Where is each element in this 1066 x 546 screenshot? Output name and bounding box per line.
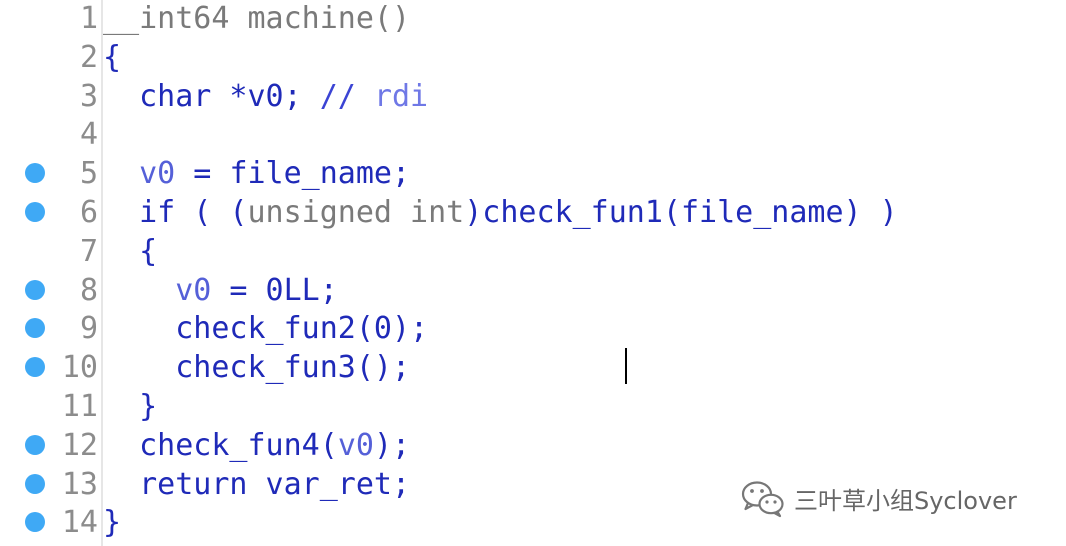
line-number: 11 — [61, 389, 98, 424]
code-token: if ( ( — [139, 195, 248, 230]
code-text: char *v0; // rdi — [103, 78, 428, 116]
watermark-text: 三叶草小组Syclover — [794, 486, 1017, 515]
code-token: { — [103, 39, 122, 75]
code-text: if ( (unsigned int)check_fun1(file_name)… — [103, 194, 898, 232]
code-line[interactable]: 8 v0 = 0LL; — [0, 272, 1066, 311]
code-line[interactable]: 6 if ( (unsigned int)check_fun1(file_nam… — [0, 194, 1066, 233]
wechat-icon — [741, 481, 784, 518]
code-line[interactable]: 12 check_fun4(v0); — [0, 427, 1066, 466]
breakpoint-dot-icon[interactable] — [25, 434, 45, 455]
breakpoint-dot-icon[interactable] — [25, 279, 45, 300]
code-line[interactable]: 1 __int64 machine() — [0, 0, 1066, 39]
line-number: 5 — [79, 156, 98, 192]
code-text: { — [103, 39, 121, 77]
code-token: ); — [373, 427, 411, 463]
line-number: 3 — [79, 78, 98, 114]
code-line[interactable]: 5 v0 = file_name; — [0, 155, 1066, 194]
code-line[interactable]: 10 check_fun3(); — [0, 349, 1066, 388]
line-number: 10 — [61, 350, 98, 386]
code-line[interactable]: 11 } — [0, 388, 1066, 427]
line-number: 8 — [79, 272, 98, 308]
text-cursor — [625, 348, 627, 384]
code-line[interactable]: 9 check_fun2(0); — [0, 310, 1066, 349]
code-token: char *v0; — [139, 78, 320, 114]
code-text: check_fun3(); — [103, 349, 410, 387]
code-token: = — [175, 156, 230, 192]
code-token: file_name; — [229, 156, 411, 192]
line-number: 13 — [61, 466, 98, 502]
code-token: // — [319, 78, 374, 114]
code-token: } — [103, 505, 122, 541]
code-token: check_fun4( — [139, 427, 338, 463]
pseudocode-editor[interactable]: 1 __int64 machine() 2{3 char *v0; // rdi 4 5… — [0, 0, 1066, 546]
line-number: 12 — [61, 427, 98, 463]
breakpoint-dot-icon[interactable] — [25, 512, 45, 533]
breakpoint-dot-icon[interactable] — [25, 357, 45, 378]
breakpoint-dot-icon[interactable] — [25, 473, 45, 494]
code-token: return var_ret; — [139, 466, 411, 502]
line-number: 9 — [79, 311, 98, 347]
code-text: return var_ret; — [103, 466, 410, 504]
breakpoint-dot-icon[interactable] — [25, 163, 45, 184]
code-text: v0 = file_name; — [103, 155, 410, 193]
code-token: unsigned int — [247, 195, 465, 230]
breakpoint-dot-icon[interactable] — [25, 202, 45, 222]
code-token: check_fun2(0); — [175, 311, 429, 347]
line-number: 2 — [79, 39, 98, 75]
line-number: 1 — [79, 1, 98, 36]
line-number: 14 — [61, 505, 98, 541]
code-token: check_fun3(); — [175, 350, 411, 386]
code-token: { — [139, 233, 158, 269]
code-token: v0 — [337, 427, 374, 463]
line-number: 7 — [79, 233, 98, 269]
code-line[interactable]: 7 { — [0, 233, 1066, 272]
watermark: 三叶草小组Syclover — [740, 476, 1017, 520]
code-text: check_fun4(v0); — [103, 427, 410, 465]
code-text: { — [103, 233, 157, 271]
code-text: } — [103, 388, 157, 426]
line-number: 4 — [79, 117, 98, 153]
code-line[interactable]: 3 char *v0; // rdi — [0, 78, 1066, 117]
code-token: rdi — [373, 78, 429, 114]
code-token: )check_fun1(file_name) ) — [464, 195, 898, 230]
code-text: __int64 machine() — [103, 0, 410, 38]
code-token: = 0LL; — [211, 272, 338, 308]
code-token: __int64 machine() — [103, 1, 411, 36]
code-line[interactable]: 4 — [0, 116, 1066, 155]
code-line[interactable]: 2{ — [0, 39, 1066, 78]
code-text: v0 = 0LL; — [103, 272, 338, 310]
code-text: } — [103, 504, 121, 542]
code-token: v0 — [139, 156, 176, 192]
code-token: v0 — [175, 272, 212, 308]
breakpoint-dot-icon[interactable] — [25, 318, 45, 339]
code-text: check_fun2(0); — [103, 310, 428, 348]
line-number: 6 — [79, 195, 98, 230]
code-token: } — [139, 389, 158, 424]
